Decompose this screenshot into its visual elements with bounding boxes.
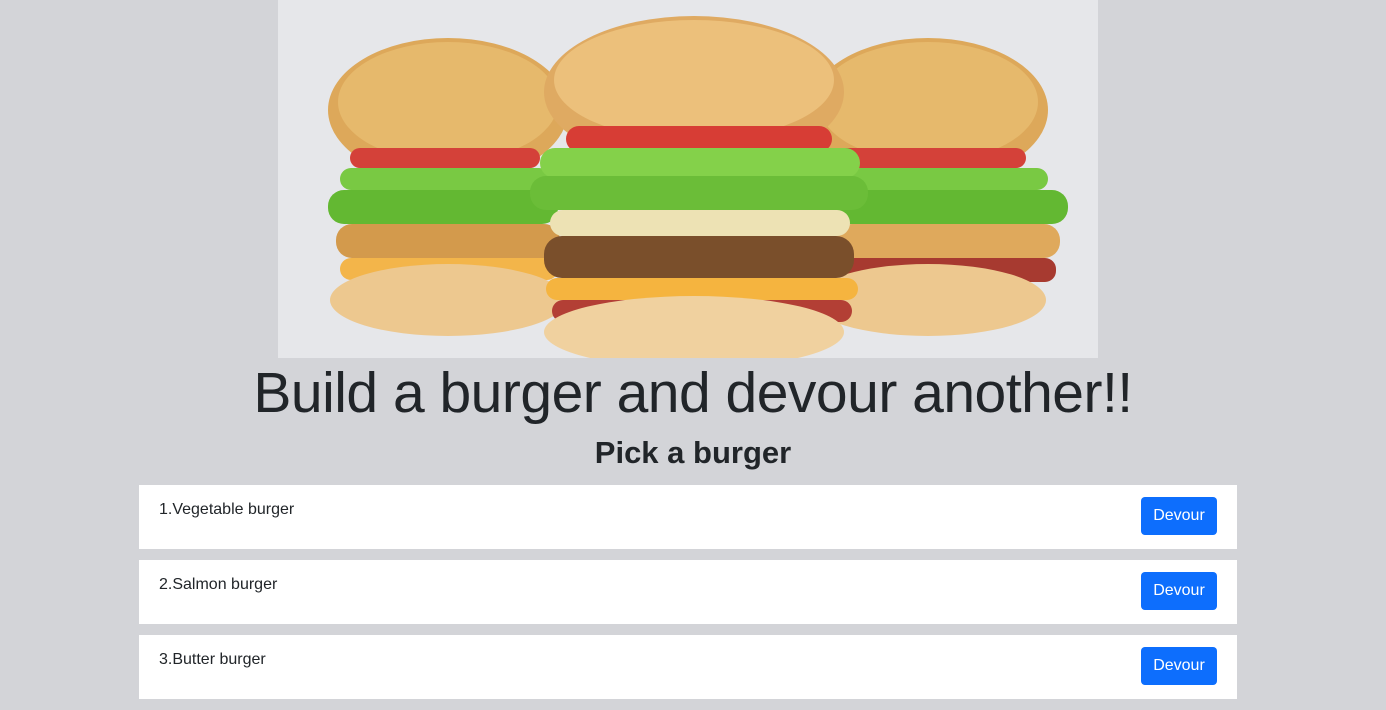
burger-name: 1.Vegetable burger: [159, 501, 295, 518]
page-title: Build a burger and devour another!!: [253, 361, 1133, 425]
center-burger-icon: [530, 16, 868, 358]
hero-burger-image: [278, 0, 1098, 358]
burger-name: 3.Butter burger: [159, 651, 266, 668]
burger-name: 2.Salmon burger: [159, 576, 278, 593]
page-subtitle: Pick a burger: [594, 435, 792, 470]
burger-list-item: 1.Vegetable burger Devour: [139, 485, 1237, 549]
devour-button[interactable]: Devour: [1141, 647, 1217, 685]
devour-button[interactable]: Devour: [1141, 497, 1217, 535]
burger-list-item: 3.Butter burger Devour: [139, 635, 1237, 699]
burger-list: 1.Vegetable burger Devour 2.Salmon burge…: [139, 485, 1237, 710]
devour-button[interactable]: Devour: [1141, 572, 1217, 610]
burger-list-item: 2.Salmon burger Devour: [139, 560, 1237, 624]
